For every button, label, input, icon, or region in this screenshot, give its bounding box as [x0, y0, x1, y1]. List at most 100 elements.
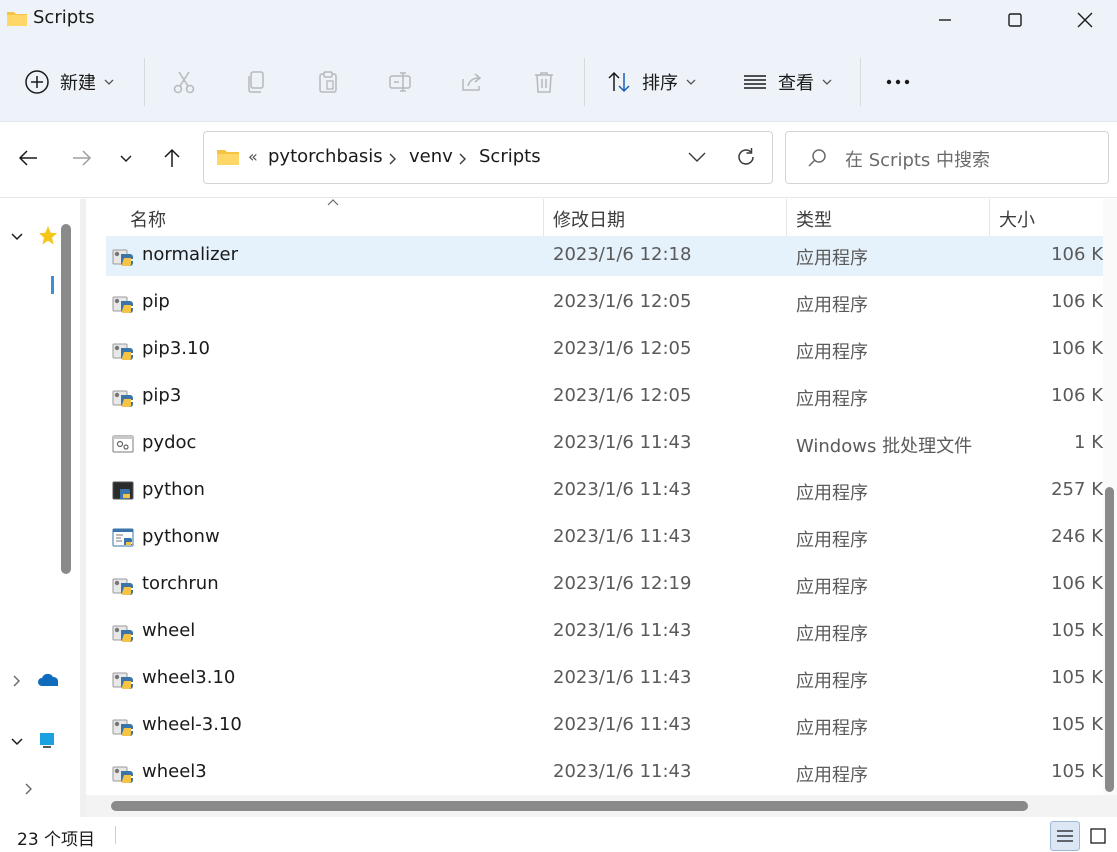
python-exe-icon [112, 339, 134, 361]
file-name: pip [142, 291, 170, 312]
file-row[interactable]: pip 2023/1/6 12:05 应用程序 106 K [106, 283, 1103, 323]
file-row[interactable]: wheel-3.10 2023/1/6 11:43 应用程序 105 K [106, 706, 1103, 746]
pane-splitter[interactable] [80, 199, 86, 819]
column-header-size[interactable]: 大小 [999, 206, 1035, 232]
onedrive-cloud-icon[interactable] [38, 672, 58, 688]
maximize-icon [1008, 13, 1022, 27]
minimize-button[interactable] [910, 0, 980, 40]
file-size: 246 K [1051, 526, 1103, 547]
file-size: 105 K [1051, 761, 1103, 782]
paste-button[interactable] [308, 58, 348, 106]
breadcrumb-item[interactable]: pytorchbasis [268, 146, 383, 167]
share-button[interactable] [452, 58, 492, 106]
scissors-icon [173, 71, 195, 94]
file-name: python [142, 479, 205, 500]
file-row[interactable]: wheel 2023/1/6 11:43 应用程序 105 K [106, 612, 1103, 652]
quick-access-item[interactable] [51, 276, 54, 294]
breadcrumb-item[interactable]: Scripts [479, 146, 541, 167]
vertical-scrollbar-thumb[interactable] [1105, 487, 1114, 792]
file-row[interactable]: pip3.10 2023/1/6 12:05 应用程序 106 K [106, 330, 1103, 370]
forward-button[interactable] [64, 140, 100, 176]
chevron-right-icon[interactable] [388, 152, 398, 166]
horizontal-scrollbar-thumb[interactable] [111, 801, 1028, 811]
chevron-down-icon[interactable] [687, 151, 707, 163]
share-icon [462, 73, 482, 91]
chevron-down-icon[interactable] [10, 231, 24, 243]
file-row[interactable]: wheel3.10 2023/1/6 11:43 应用程序 105 K [106, 659, 1103, 699]
file-row[interactable]: pydoc 2023/1/6 11:43 Windows 批处理文件 1 K [106, 424, 1103, 464]
file-modified-date: 2023/1/6 12:05 [553, 291, 692, 312]
column-divider[interactable] [543, 199, 544, 239]
window-title: Scripts [33, 7, 95, 28]
column-header-date[interactable]: 修改日期 [553, 206, 625, 232]
refresh-icon[interactable] [735, 146, 757, 168]
close-button[interactable] [1050, 0, 1117, 40]
file-row[interactable]: pip3 2023/1/6 12:05 应用程序 106 K [106, 377, 1103, 417]
copy-button[interactable] [236, 58, 276, 106]
chevron-down-icon[interactable] [10, 736, 24, 748]
plus-circle-icon [25, 70, 49, 94]
file-row[interactable]: wheel3 2023/1/6 11:43 应用程序 105 K [106, 753, 1103, 793]
tiles-view-icon [1090, 828, 1106, 844]
file-row[interactable]: pythonw 2023/1/6 11:43 应用程序 246 K [106, 518, 1103, 558]
breadcrumb-item[interactable]: venv [409, 146, 453, 167]
file-type: 应用程序 [796, 389, 868, 410]
rename-button[interactable] [380, 58, 420, 106]
python-exe-icon [112, 245, 134, 267]
column-divider[interactable] [786, 199, 787, 239]
file-size: 106 K [1051, 291, 1103, 312]
file-name: wheel [142, 620, 196, 641]
clipboard-icon [319, 71, 337, 93]
python-exe-icon [112, 386, 134, 408]
delete-button[interactable] [524, 58, 564, 106]
sort-button[interactable]: 排序 [606, 58, 706, 106]
arrow-up-icon [164, 148, 180, 167]
maximize-button[interactable] [980, 0, 1050, 40]
chevron-right-icon[interactable] [458, 152, 468, 166]
status-bar [0, 817, 1117, 852]
file-type: 应用程序 [796, 530, 868, 551]
this-pc-icon[interactable] [38, 731, 58, 751]
file-row[interactable]: normalizer 2023/1/6 12:18 应用程序 106 K [106, 236, 1103, 276]
recent-locations-button[interactable] [108, 140, 144, 176]
file-modified-date: 2023/1/6 11:43 [553, 620, 692, 641]
column-header-type[interactable]: 类型 [796, 206, 832, 232]
file-row[interactable]: torchrun 2023/1/6 12:19 应用程序 106 K [106, 565, 1103, 605]
toolbar-divider [860, 58, 861, 106]
column-header-name[interactable]: 名称 [130, 206, 166, 232]
details-view-button[interactable] [1050, 821, 1080, 851]
file-modified-date: 2023/1/6 11:43 [553, 432, 692, 453]
toolbar-divider [584, 58, 585, 106]
python-exe-icon [112, 668, 134, 690]
breadcrumb-overflow[interactable]: « [248, 147, 258, 166]
more-options-button[interactable] [878, 58, 918, 106]
view-button[interactable]: 查看 [742, 58, 842, 106]
file-modified-date: 2023/1/6 12:05 [553, 385, 692, 406]
status-divider [115, 826, 116, 844]
up-button[interactable] [154, 140, 190, 176]
new-button[interactable]: 新建 [24, 58, 124, 106]
batch-file-icon [112, 433, 134, 455]
file-name: pip3.10 [142, 338, 210, 359]
chevron-down-icon [104, 79, 114, 85]
chevron-down-icon [822, 79, 832, 85]
file-name: wheel-3.10 [142, 714, 242, 735]
file-type: 应用程序 [796, 671, 868, 692]
cut-button[interactable] [164, 58, 204, 106]
file-type: 应用程序 [796, 765, 868, 786]
folder-icon [217, 150, 239, 165]
star-icon[interactable] [38, 225, 58, 247]
column-divider[interactable] [989, 199, 990, 239]
python-exe-icon [112, 292, 134, 314]
file-row[interactable]: python 2023/1/6 11:43 应用程序 257 K [106, 471, 1103, 511]
navigation-pane-scrollbar[interactable] [61, 224, 71, 574]
chevron-right-icon[interactable] [24, 782, 34, 796]
back-button[interactable] [10, 140, 46, 176]
file-name: pip3 [142, 385, 182, 406]
chevron-right-icon[interactable] [12, 674, 22, 688]
tiles-view-button[interactable] [1083, 821, 1113, 851]
file-name: wheel3.10 [142, 667, 236, 688]
file-type: 应用程序 [796, 248, 868, 269]
sort-arrows-icon [608, 71, 630, 93]
file-size: 106 K [1051, 338, 1103, 359]
